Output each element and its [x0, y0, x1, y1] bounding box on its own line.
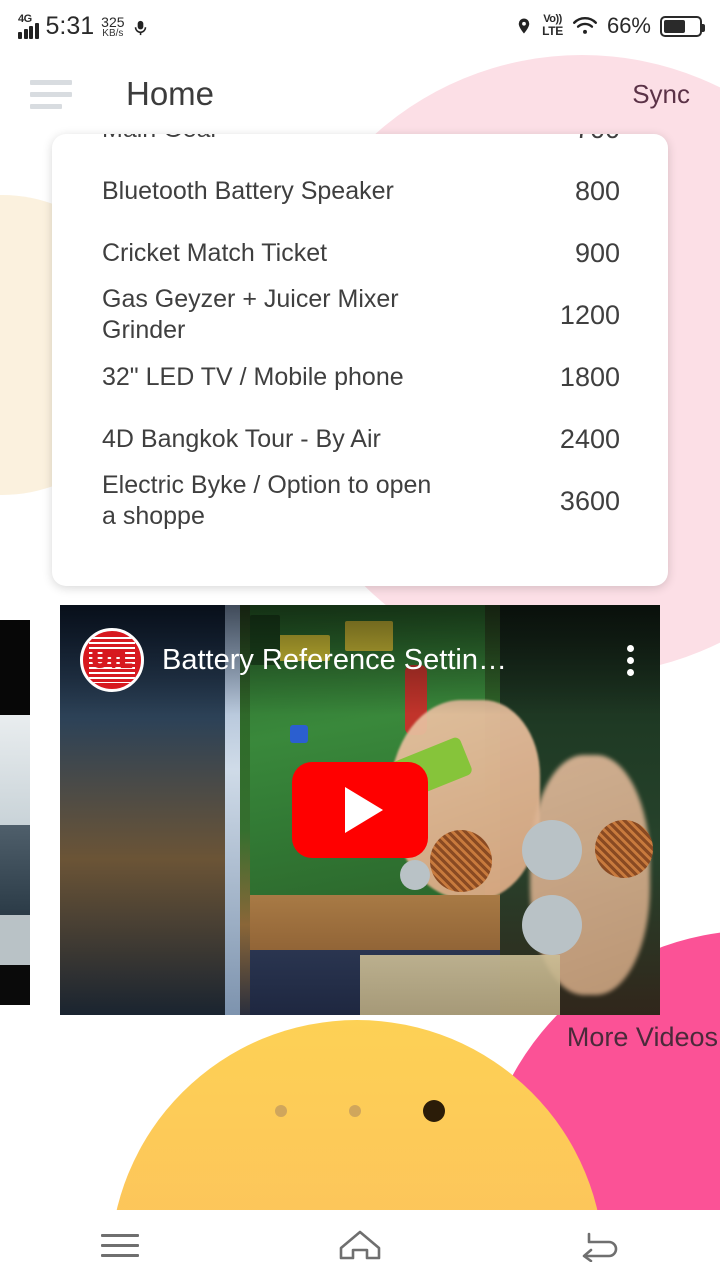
offers-list-card[interactable]: Main Gear 700 Bluetooth Battery Speaker …: [52, 134, 668, 586]
video-capacitor: [522, 820, 582, 880]
recents-button[interactable]: [75, 1220, 165, 1270]
page-title: Home: [126, 75, 215, 112]
battery-icon: [660, 15, 705, 37]
video-title[interactable]: Battery Reference Settin…: [162, 644, 507, 677]
table-row[interactable]: Electric Byke / Option to open a shoppe …: [52, 470, 668, 532]
offer-name: Gas Geyzer + Juicer Mixer Grinder: [102, 285, 399, 344]
offer-value: 3600: [559, 485, 620, 516]
battery-percentage: 66%: [606, 13, 651, 38]
table-row[interactable]: Bluetooth Battery Speaker 800: [52, 160, 668, 222]
phone-screen: 4G 5:31 325 KB/s Vo)) LTE 66% Home Sync …: [0, 0, 720, 1280]
signal-strength-icon: 4G: [18, 13, 39, 39]
table-row[interactable]: Main Gear 700: [52, 134, 668, 160]
location-pin-icon: [518, 18, 530, 34]
video-capacitor: [400, 860, 430, 890]
home-button[interactable]: [315, 1220, 405, 1270]
data-speed-indicator: 325 KB/s: [101, 15, 124, 39]
video-carousel[interactable]: UTL Battery Reference Settin…: [0, 605, 720, 1015]
volte-bottom-label: LTE: [542, 24, 563, 39]
offer-value: 1800: [559, 361, 620, 392]
status-bar-right: Vo)) LTE 66%: [515, 13, 705, 39]
video-coil: [430, 830, 492, 892]
microphone-icon: [134, 20, 146, 36]
status-bar-clock: 5:31: [45, 12, 95, 40]
offer-name: Electric Byke / Option to open a shoppe: [102, 471, 432, 530]
carousel-dot[interactable]: [275, 1105, 287, 1117]
video-person: [360, 955, 560, 1015]
network-type-label: 4G: [18, 13, 32, 25]
kebab-menu-icon[interactable]: [619, 641, 642, 680]
home-icon: [339, 1230, 381, 1260]
back-icon: [582, 1232, 618, 1262]
video-title-overlay: UTL Battery Reference Settin…: [60, 605, 660, 715]
offer-value: 800: [574, 175, 620, 206]
sync-button[interactable]: Sync: [632, 79, 690, 110]
offer-value: 900: [574, 237, 620, 268]
app-header: Home Sync: [0, 58, 720, 130]
offer-value: 1200: [559, 299, 620, 330]
more-videos-link[interactable]: More Videos: [567, 1022, 720, 1053]
youtube-play-icon[interactable]: [292, 762, 428, 858]
video-coil: [595, 820, 653, 878]
carousel-dot[interactable]: [349, 1105, 361, 1117]
hamburger-menu-icon[interactable]: [30, 79, 72, 109]
volte-icon: Vo)) LTE: [542, 14, 563, 39]
offer-name: Cricket Match Ticket: [102, 238, 328, 267]
android-navigation-bar: [0, 1210, 720, 1280]
offer-name: 4D Bangkok Tour - By Air: [102, 424, 381, 453]
table-row[interactable]: 4D Bangkok Tour - By Air 2400: [52, 408, 668, 470]
status-bar: 4G 5:31 325 KB/s Vo)) LTE 66%: [0, 0, 720, 52]
data-speed-value: 325: [101, 14, 125, 30]
offer-name: Bluetooth Battery Speaker: [102, 176, 394, 205]
status-bar-left: 4G 5:31 325 KB/s: [18, 13, 149, 39]
table-row[interactable]: Cricket Match Ticket 900: [52, 222, 668, 284]
offer-value: 700: [575, 134, 620, 145]
youtube-video-player[interactable]: UTL Battery Reference Settin…: [60, 605, 660, 1015]
utl-logo-text: UTL: [92, 647, 133, 672]
table-row[interactable]: 32" LED TV / Mobile phone 1800: [52, 346, 668, 408]
utl-channel-logo-icon[interactable]: UTL: [80, 628, 144, 692]
carousel-dot-active[interactable]: [423, 1100, 445, 1122]
video-component: [290, 725, 308, 743]
previous-video-thumbnail-peek[interactable]: [0, 620, 30, 1005]
video-capacitor: [522, 895, 582, 955]
table-row[interactable]: Gas Geyzer + Juicer Mixer Grinder 1200: [52, 284, 668, 346]
back-button[interactable]: [555, 1220, 645, 1270]
offer-value: 2400: [559, 423, 620, 454]
offer-name: Main Gear: [102, 134, 219, 145]
offer-name: 32" LED TV / Mobile phone: [102, 362, 404, 391]
data-speed-unit: KB/s: [102, 28, 124, 39]
carousel-dots: [0, 1100, 720, 1122]
recents-icon: [101, 1233, 139, 1257]
wifi-icon: [572, 17, 597, 34]
